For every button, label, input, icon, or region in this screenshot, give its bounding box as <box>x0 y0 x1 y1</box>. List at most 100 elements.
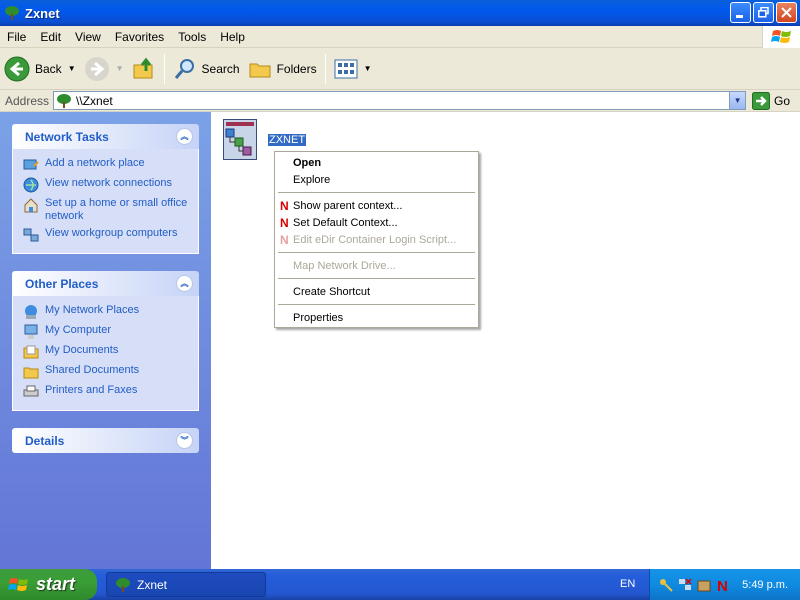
expand-chevron-icon[interactable]: ︾ <box>176 432 193 449</box>
menu-separator <box>278 252 475 253</box>
views-icon <box>334 59 358 78</box>
menu-item-properties[interactable]: Properties <box>275 309 478 326</box>
place-printers-and-faxes[interactable]: Printers and Faxes <box>23 384 198 400</box>
menu-view[interactable]: View <box>68 30 108 44</box>
back-dropdown-icon[interactable]: ▼ <box>68 64 76 73</box>
go-arrow-icon <box>752 91 771 110</box>
address-dropdown-button[interactable]: ▼ <box>729 92 746 109</box>
place-my-documents[interactable]: My Documents <box>23 344 198 360</box>
folders-icon <box>249 63 271 77</box>
menu-item-set-default-context[interactable]: N Set Default Context... <box>275 214 478 231</box>
keys-icon[interactable] <box>658 577 674 593</box>
taskbar-item-zxnet[interactable]: Zxnet <box>106 572 266 597</box>
menu-separator <box>278 278 475 279</box>
back-button[interactable]: Back ▼ <box>0 52 80 86</box>
forward-button[interactable]: ▼ <box>80 52 128 86</box>
folders-label: Folders <box>276 61 317 76</box>
task-pane: Network Tasks ︽ Add a network place View… <box>0 112 211 569</box>
minimize-button[interactable] <box>730 2 751 23</box>
windows-logo-icon <box>762 26 800 48</box>
minimize-icon <box>736 15 743 18</box>
back-label: Back <box>35 61 62 76</box>
details-header[interactable]: Details ︾ <box>12 428 199 453</box>
views-dropdown-icon[interactable]: ▼ <box>364 64 372 73</box>
start-button[interactable]: start <box>0 569 97 600</box>
menu-bar: File Edit View Favorites Tools Help <box>0 26 800 48</box>
network-tasks-header[interactable]: Network Tasks ︽ <box>12 124 199 149</box>
menu-item-show-parent-context[interactable]: N Show parent context... <box>275 197 478 214</box>
taskbar-item-label: Zxnet <box>137 577 168 592</box>
task-view-network-connections[interactable]: View network connections <box>23 177 198 193</box>
collapse-chevron-icon[interactable]: ︽ <box>176 128 193 145</box>
folders-button[interactable]: Folders <box>244 52 321 86</box>
search-label: Search <box>201 61 240 76</box>
item-label-zxnet[interactable]: ZXNET <box>268 134 307 146</box>
other-places-title: Other Places <box>25 276 99 291</box>
restore-button[interactable] <box>753 2 774 23</box>
language-indicator[interactable]: EN <box>620 578 635 590</box>
menu-edit[interactable]: Edit <box>33 30 68 44</box>
menu-item-map-network-drive: Map Network Drive... <box>293 259 396 272</box>
close-button[interactable] <box>776 2 797 23</box>
novell-n-icon: N <box>280 199 289 213</box>
clock[interactable]: 5:49 p.m. <box>742 579 788 591</box>
forward-dropdown-icon[interactable]: ▼ <box>116 64 124 73</box>
menu-item-edit-edir-login-script: N Edit eDir Container Login Script... <box>280 233 457 247</box>
up-folder-button[interactable] <box>128 52 160 86</box>
menu-file[interactable]: File <box>0 30 33 44</box>
address-bar: Address \\Zxnet ▼ Go <box>0 90 800 112</box>
nds-tree-container-icon[interactable] <box>223 119 257 163</box>
menu-favorites[interactable]: Favorites <box>108 30 171 44</box>
menu-item-open[interactable]: Open <box>275 154 478 171</box>
task-view-workgroup-computers[interactable]: View workgroup computers <box>23 227 198 243</box>
collapse-chevron-icon[interactable]: ︽ <box>176 275 193 292</box>
title-bar: Zxnet <box>0 0 800 26</box>
task-setup-home-network[interactable]: Set up a home or small office network <box>23 197 198 223</box>
views-button[interactable]: ▼ <box>330 52 376 86</box>
svg-text:N: N <box>717 578 728 593</box>
restore-icon <box>758 7 769 18</box>
close-icon <box>781 7 792 18</box>
back-arrow-icon <box>4 56 30 81</box>
menu-separator <box>278 304 475 305</box>
menu-item-explore[interactable]: Explore <box>275 171 478 188</box>
network-places-icon <box>25 305 37 319</box>
window-title: Zxnet <box>25 5 60 21</box>
search-button[interactable]: Search <box>169 52 244 86</box>
add-network-place-icon <box>23 159 39 170</box>
go-button[interactable]: Go <box>752 91 790 110</box>
place-my-network-places[interactable]: My Network Places <box>23 304 198 320</box>
address-input[interactable]: \\Zxnet ▼ <box>53 91 747 110</box>
task-add-network-place[interactable]: Add a network place <box>23 157 198 173</box>
network-status-icon[interactable] <box>677 577 693 593</box>
menu-item-create-shortcut[interactable]: Create Shortcut <box>275 283 478 300</box>
computer-icon <box>24 324 38 339</box>
box-icon[interactable] <box>696 577 712 593</box>
context-menu: Open Explore N Show parent context... N … <box>274 151 479 328</box>
up-folder-icon <box>133 57 153 78</box>
place-shared-documents[interactable]: Shared Documents <box>23 364 198 380</box>
system-tray: N 5:49 p.m. <box>649 569 800 600</box>
shared-folder-icon <box>23 367 39 379</box>
novell-n-icon[interactable]: N <box>715 577 731 593</box>
network-tree-icon <box>116 577 130 592</box>
address-value: \\Zxnet <box>76 93 113 108</box>
novell-n-icon: N <box>280 216 289 230</box>
workgroup-computers-icon <box>23 228 39 242</box>
home-network-icon <box>24 198 38 213</box>
toolbar: Back ▼ ▼ Search Folders ▼ <box>0 48 800 90</box>
printer-icon <box>23 385 39 397</box>
menu-separator <box>278 192 475 193</box>
menu-help[interactable]: Help <box>213 30 252 44</box>
network-tasks-panel: Network Tasks ︽ Add a network place View… <box>12 124 199 254</box>
place-my-computer[interactable]: My Computer <box>23 324 198 340</box>
address-label: Address <box>5 93 50 108</box>
other-places-header[interactable]: Other Places ︽ <box>12 271 199 296</box>
network-tree-icon <box>5 6 19 20</box>
menu-tools[interactable]: Tools <box>171 30 213 44</box>
toolbar-separator <box>163 53 165 84</box>
start-label: start <box>36 574 76 594</box>
network-tasks-title: Network Tasks <box>25 129 109 144</box>
documents-folder-icon <box>23 345 39 359</box>
other-places-panel: Other Places ︽ My Network Places My Comp… <box>12 271 199 411</box>
